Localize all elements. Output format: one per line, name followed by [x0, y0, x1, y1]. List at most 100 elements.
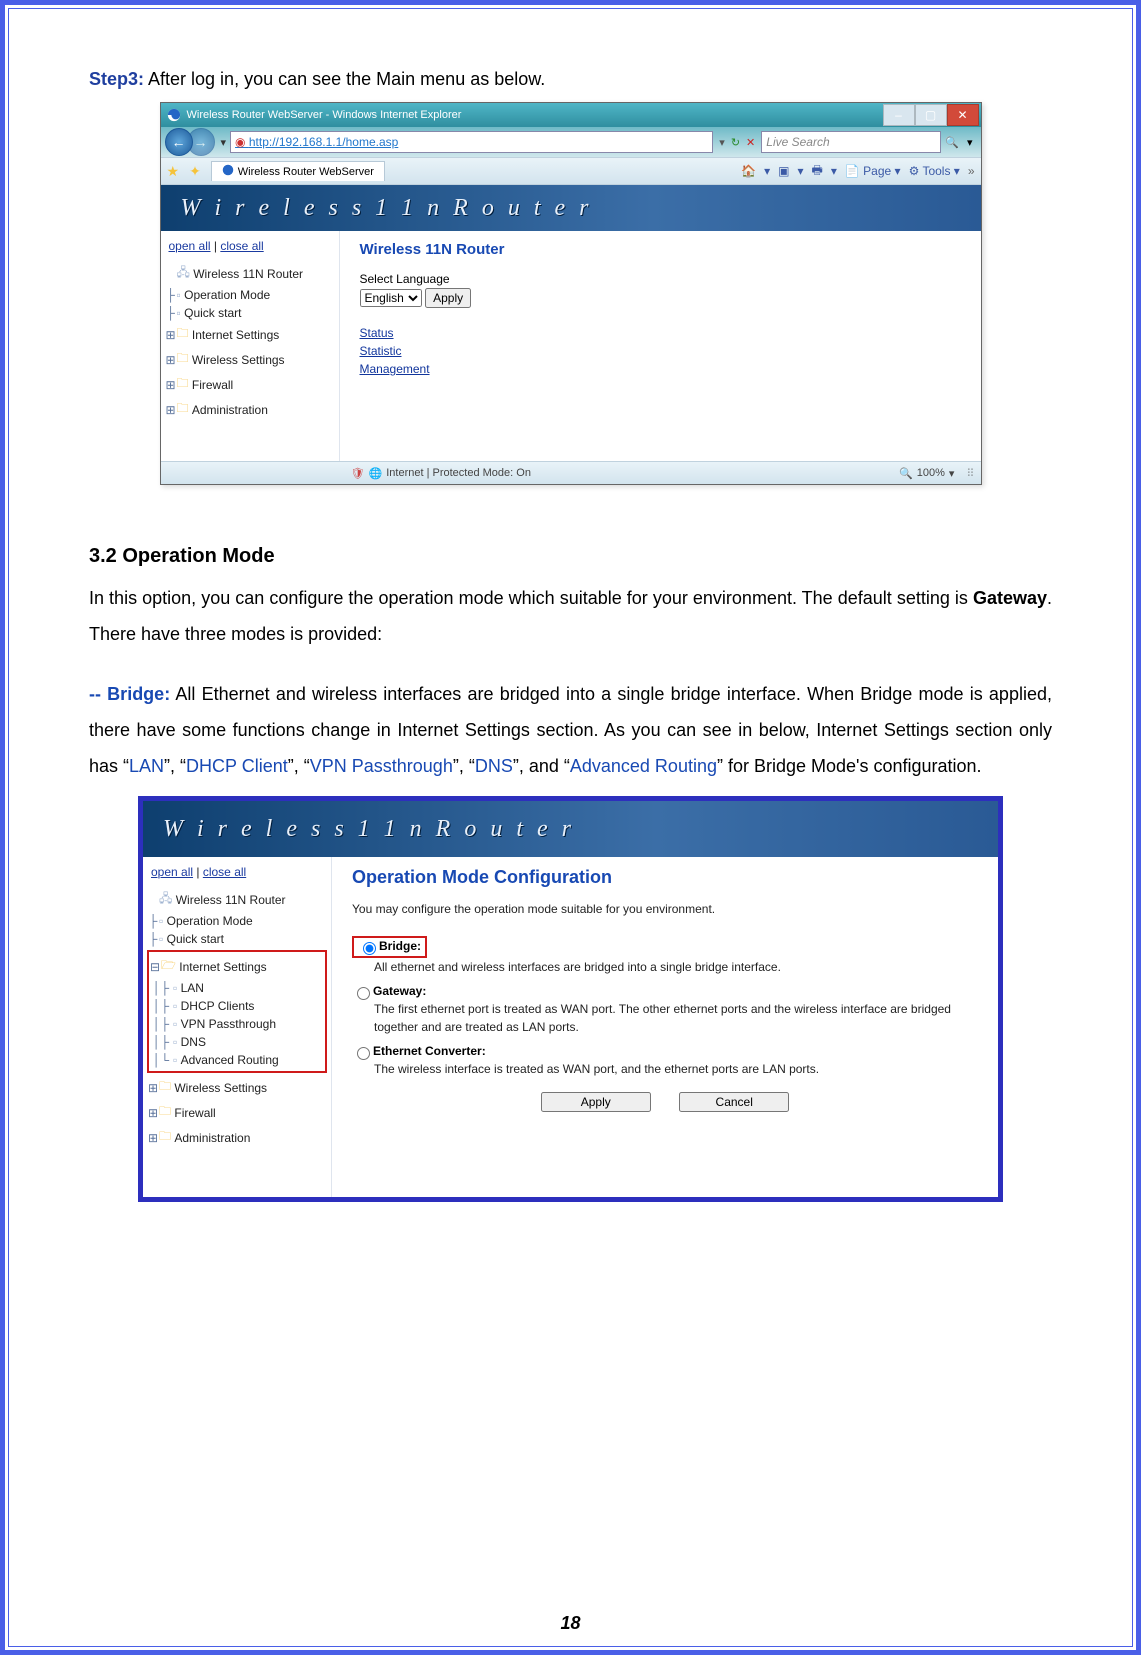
nav-tree: open all | close all 🖧 Wireless 11N Rout… [161, 231, 340, 461]
section-paragraph-2: -- Bridge: All Ethernet and wireless int… [89, 676, 1052, 784]
section-heading: 3.2 Operation Mode [89, 545, 1052, 568]
page-icon: ▫ [173, 981, 177, 995]
tree2-firewall[interactable]: Firewall [174, 1106, 215, 1120]
main-pane: Wireless 11N Router Select Language Engl… [340, 231, 981, 461]
ethconv-radio[interactable] [357, 1047, 370, 1060]
tab-bar: ★ ✦ Wireless Router WebServer 🏠▾ ▣▾ 🖶▾ 📄… [161, 157, 981, 185]
apply-button[interactable]: Apply [425, 288, 471, 308]
search-input[interactable]: Live Search [761, 131, 941, 153]
page-heading: Wireless 11N Router [360, 241, 961, 258]
ethconv-opt-label: Ethernet Converter: [373, 1044, 486, 1058]
step3-label: Step3: [89, 69, 144, 89]
cancel-button[interactable]: Cancel [679, 1092, 789, 1112]
statistic-link[interactable]: Statistic [360, 342, 961, 360]
page-icon: ▫ [159, 914, 163, 928]
status-link[interactable]: Status [360, 324, 961, 342]
banner-text-2: W i r e l e s s 1 1 n R o u t e r [163, 816, 575, 843]
main-pane-2: Operation Mode Configuration You may con… [332, 857, 998, 1197]
option-gateway: Gateway: The first ethernet port is trea… [352, 984, 978, 1036]
minimize-button[interactable]: – [883, 104, 915, 126]
refresh-icon[interactable]: ↻ [731, 136, 740, 149]
router-banner: W i r e l e s s 1 1 n R o u t e r [161, 185, 981, 231]
tree2-internet[interactable]: Internet Settings [179, 960, 266, 974]
stop-icon[interactable]: ✕ [746, 136, 755, 149]
add-favorite-icon[interactable]: ✦ [189, 163, 201, 180]
home-icon[interactable]: 🏠 [741, 164, 756, 178]
folder-icon: 🗀 [159, 1102, 171, 1123]
page-icon: ▫ [173, 1035, 177, 1049]
folder-icon: 🗀 [177, 349, 189, 370]
page-icon: ▫ [159, 932, 163, 946]
open-all-link-2[interactable]: open all [151, 865, 193, 879]
tree-wireless[interactable]: Wireless Settings [192, 353, 285, 367]
close-button[interactable]: ✕ [947, 104, 979, 126]
page-icon: ▫ [173, 999, 177, 1013]
window-title: Wireless Router WebServer - Windows Inte… [187, 109, 462, 121]
gateway-opt-label: Gateway: [373, 984, 426, 998]
folder-icon: 🗀 [159, 1127, 171, 1148]
folder-icon: 🗀 [177, 374, 189, 395]
tree2-lan[interactable]: LAN [181, 981, 204, 995]
management-link[interactable]: Management [360, 360, 961, 378]
gateway-opt-desc: The first ethernet port is treated as WA… [374, 1000, 978, 1036]
status-bar: 🛡 🌐 Internet | Protected Mode: On 🔍 100%… [161, 461, 981, 484]
tree-opmode[interactable]: Operation Mode [184, 288, 270, 302]
tree2-vpn[interactable]: VPN Passthrough [181, 1017, 276, 1031]
print-icon[interactable]: 🖶 [812, 161, 823, 182]
maximize-button[interactable]: ▢ [915, 104, 947, 126]
nav-tree-2: open all | close all 🖧 Wireless 11N Rout… [143, 857, 332, 1197]
router-icon: 🖧 [177, 263, 190, 284]
favorites-icon[interactable]: ★ [167, 163, 180, 180]
tree2-admin[interactable]: Administration [174, 1131, 250, 1145]
folder-icon: 🗀 [159, 1077, 171, 1098]
tree-firewall[interactable]: Firewall [192, 378, 233, 392]
tools-menu[interactable]: ⚙ Tools ▾ [909, 164, 960, 178]
folder-open-icon: 🗁 [161, 956, 176, 977]
lang-select[interactable]: English [360, 289, 422, 307]
page-number: 18 [9, 1613, 1132, 1634]
page-menu[interactable]: 📄 Page ▾ [845, 164, 901, 178]
zoom-icon[interactable]: 🔍 [899, 467, 913, 480]
back-button[interactable]: ← [165, 128, 193, 156]
gateway-radio[interactable] [357, 987, 370, 1000]
tree-quick[interactable]: Quick start [184, 306, 241, 320]
tree2-quick[interactable]: Quick start [167, 932, 224, 946]
page-icon: ▫ [177, 306, 181, 320]
page-icon: ▫ [173, 1017, 177, 1031]
banner-text: W i r e l e s s 1 1 n R o u t e r [181, 195, 593, 222]
tree2-root[interactable]: Wireless 11N Router [176, 893, 286, 907]
page-icon: ▫ [173, 1053, 177, 1067]
ie-logo-icon [167, 108, 181, 122]
step3-text: After log in, you can see the Main menu … [144, 69, 545, 89]
close-all-link-2[interactable]: close all [203, 865, 246, 879]
step3-line: Step3: After log in, you can see the Mai… [89, 69, 1052, 90]
apply-button-2[interactable]: Apply [541, 1092, 651, 1112]
lang-label: Select Language [360, 272, 961, 286]
tree-root[interactable]: Wireless 11N Router [193, 267, 303, 281]
tree-section-highlight: ⊟🗁 Internet Settings │├▫ LAN │├▫ DHCP Cl… [147, 950, 327, 1073]
address-bar: ← → ▾ ◉ http://192.168.1.1/home.asp ▾ ↻ … [161, 127, 981, 157]
feeds-icon[interactable]: ▣ [778, 164, 789, 178]
tree2-adv[interactable]: Advanced Routing [181, 1053, 279, 1067]
tree2-wireless[interactable]: Wireless Settings [174, 1081, 267, 1095]
close-all-link[interactable]: close all [220, 239, 263, 253]
tree2-dns[interactable]: DNS [181, 1035, 206, 1049]
router-banner-2: W i r e l e s s 1 1 n R o u t e r [143, 801, 998, 857]
bridge-radio[interactable] [363, 942, 376, 955]
bridge-label: -- Bridge: [89, 684, 170, 704]
url-input[interactable]: ◉ http://192.168.1.1/home.asp [230, 131, 713, 153]
browser-tab[interactable]: Wireless Router WebServer [211, 161, 385, 181]
internet-zone-icon: 🌐 [369, 467, 383, 480]
tree-admin[interactable]: Administration [192, 403, 268, 417]
bridge-opt-desc: All ethernet and wireless interfaces are… [374, 958, 978, 976]
ie-page-icon [222, 164, 234, 179]
open-all-link[interactable]: open all [169, 239, 211, 253]
page-icon: ▫ [177, 288, 181, 302]
option-bridge-highlight: Bridge: [352, 936, 427, 958]
bridge-opt-label: Bridge: [379, 939, 421, 953]
tree-internet[interactable]: Internet Settings [192, 328, 279, 342]
tree2-opmode[interactable]: Operation Mode [167, 914, 253, 928]
folder-icon: 🗀 [177, 399, 189, 420]
tree2-dhcp[interactable]: DHCP Clients [181, 999, 255, 1013]
search-go-icon[interactable]: 🔍 [945, 136, 959, 149]
